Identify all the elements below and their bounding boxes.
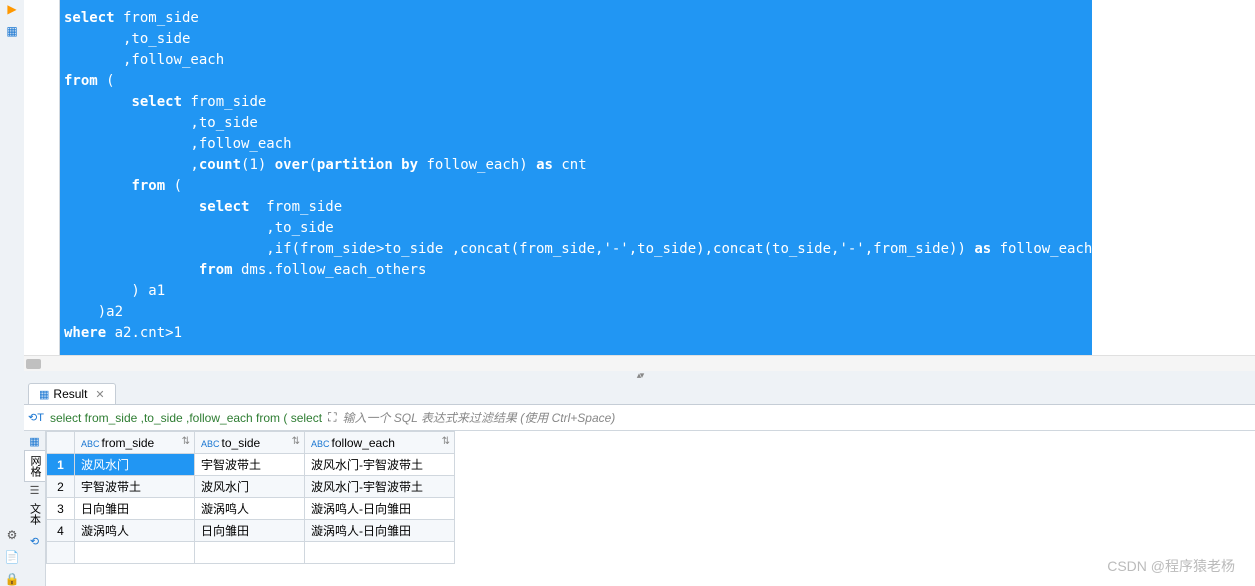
filter-bar: ⟲T select from_side ,to_side ,follow_eac… xyxy=(24,405,1255,431)
execute-icon[interactable]: ▶ xyxy=(7,2,16,16)
cell-follow_each[interactable]: 波风水门-宇智波带土 xyxy=(305,454,455,476)
col-header-follow_each[interactable]: ABCfollow_each⇅ xyxy=(305,432,455,454)
abc-icon: ABC xyxy=(81,439,100,449)
cell-follow_each[interactable]: 波风水门-宇智波带土 xyxy=(305,476,455,498)
splitter[interactable]: ▴ ▾ xyxy=(24,371,1255,379)
cell-follow_each[interactable]: 漩涡鸣人-日向雏田 xyxy=(305,520,455,542)
side-tab-text[interactable]: 文本 xyxy=(25,499,45,529)
result-table: ABCfrom_side⇅ ABCto_side⇅ ABCfollow_each… xyxy=(46,431,455,564)
app-root: ▶ ▦ ⚙ 📄 🔒 select from_side ,to_side ,fol… xyxy=(0,0,1255,586)
filter-sort-icon[interactable]: ⇅ xyxy=(182,436,190,447)
filter-sql-text[interactable]: select from_side ,to_side ,follow_each f… xyxy=(50,411,322,425)
main-area: select from_side ,to_side ,follow_each f… xyxy=(24,0,1255,586)
row-number[interactable]: 4 xyxy=(47,520,75,542)
side-tab-grid[interactable]: 网格 xyxy=(24,450,45,482)
grid-mode-icon[interactable]: ▦ xyxy=(29,435,39,448)
col-header-to_side[interactable]: ABCto_side⇅ xyxy=(195,432,305,454)
cell-to_side[interactable]: 漩涡鸣人 xyxy=(195,498,305,520)
grid-icon[interactable]: ▦ xyxy=(6,24,17,38)
cell-to_side[interactable]: 波风水门 xyxy=(195,476,305,498)
table-row-empty xyxy=(47,542,455,564)
left-toolbar: ▶ ▦ ⚙ 📄 🔒 xyxy=(0,0,24,586)
filter-sort-icon[interactable]: ⇅ xyxy=(442,436,450,447)
table-row[interactable]: 2 宇智波带土 波风水门 波风水门-宇智波带土 xyxy=(47,476,455,498)
line-ruler xyxy=(24,0,60,355)
sql-filter-icon[interactable]: ⟲T xyxy=(28,411,44,424)
sql-editor[interactable]: select from_side ,to_side ,follow_each f… xyxy=(60,0,1092,355)
row-number[interactable]: 1 xyxy=(47,454,75,476)
cell-to_side[interactable]: 宇智波带土 xyxy=(195,454,305,476)
cell-from_side[interactable]: 波风水门 xyxy=(75,454,195,476)
tab-result-label: Result xyxy=(53,387,87,401)
text-mode-icon[interactable]: ☰ xyxy=(30,484,40,497)
refresh-icon[interactable]: ⟲ xyxy=(30,535,39,548)
table-row[interactable]: 1 波风水门 宇智波带土 波风水门-宇智波带土 xyxy=(47,454,455,476)
gear-icon[interactable]: ⚙ xyxy=(7,528,18,542)
cell-to_side[interactable]: 日向雏田 xyxy=(195,520,305,542)
cell-from_side[interactable]: 日向雏田 xyxy=(75,498,195,520)
col-header-from_side[interactable]: ABCfrom_side⇅ xyxy=(75,432,195,454)
grid-side-tabs: ▦ 网格 ☰ 文本 ⟲ xyxy=(24,431,46,586)
table-row[interactable]: 4 漩涡鸣人 日向雏田 漩涡鸣人-日向雏田 xyxy=(47,520,455,542)
cell-from_side[interactable]: 漩涡鸣人 xyxy=(75,520,195,542)
watermark: CSDN @程序猿老杨 xyxy=(1107,556,1235,576)
table-row[interactable]: 3 日向雏田 漩涡鸣人 漩涡鸣人-日向雏田 xyxy=(47,498,455,520)
row-number[interactable]: 2 xyxy=(47,476,75,498)
filter-hint: 输入一个 SQL 表达式来过滤结果 (使用 Ctrl+Space) xyxy=(342,409,615,426)
grid-area: ▦ 网格 ☰ 文本 ⟲ ABCfrom_side⇅ ABCto_side⇅ AB… xyxy=(24,431,1255,586)
result-tabs: ▦ Result ✕ xyxy=(24,379,1255,405)
row-number[interactable]: 3 xyxy=(47,498,75,520)
table-icon: ▦ xyxy=(39,388,49,401)
horizontal-scrollbar[interactable] xyxy=(24,355,1255,371)
lock-icon[interactable]: 🔒 xyxy=(5,572,20,586)
cell-from_side[interactable]: 宇智波带土 xyxy=(75,476,195,498)
editor-content[interactable]: select from_side ,to_side ,follow_each f… xyxy=(64,8,1092,344)
expand-icon[interactable]: ⛶ xyxy=(328,410,336,425)
abc-icon: ABC xyxy=(201,439,220,449)
page-icon[interactable]: 📄 xyxy=(5,550,20,564)
abc-icon: ABC xyxy=(311,439,330,449)
filter-sort-icon[interactable]: ⇅ xyxy=(292,436,300,447)
result-grid: ABCfrom_side⇅ ABCto_side⇅ ABCfollow_each… xyxy=(46,431,1255,586)
tab-result[interactable]: ▦ Result ✕ xyxy=(28,383,116,404)
corner-cell[interactable] xyxy=(47,432,75,454)
editor-wrap: select from_side ,to_side ,follow_each f… xyxy=(24,0,1255,355)
cell-follow_each[interactable]: 漩涡鸣人-日向雏田 xyxy=(305,498,455,520)
close-icon[interactable]: ✕ xyxy=(95,388,104,401)
